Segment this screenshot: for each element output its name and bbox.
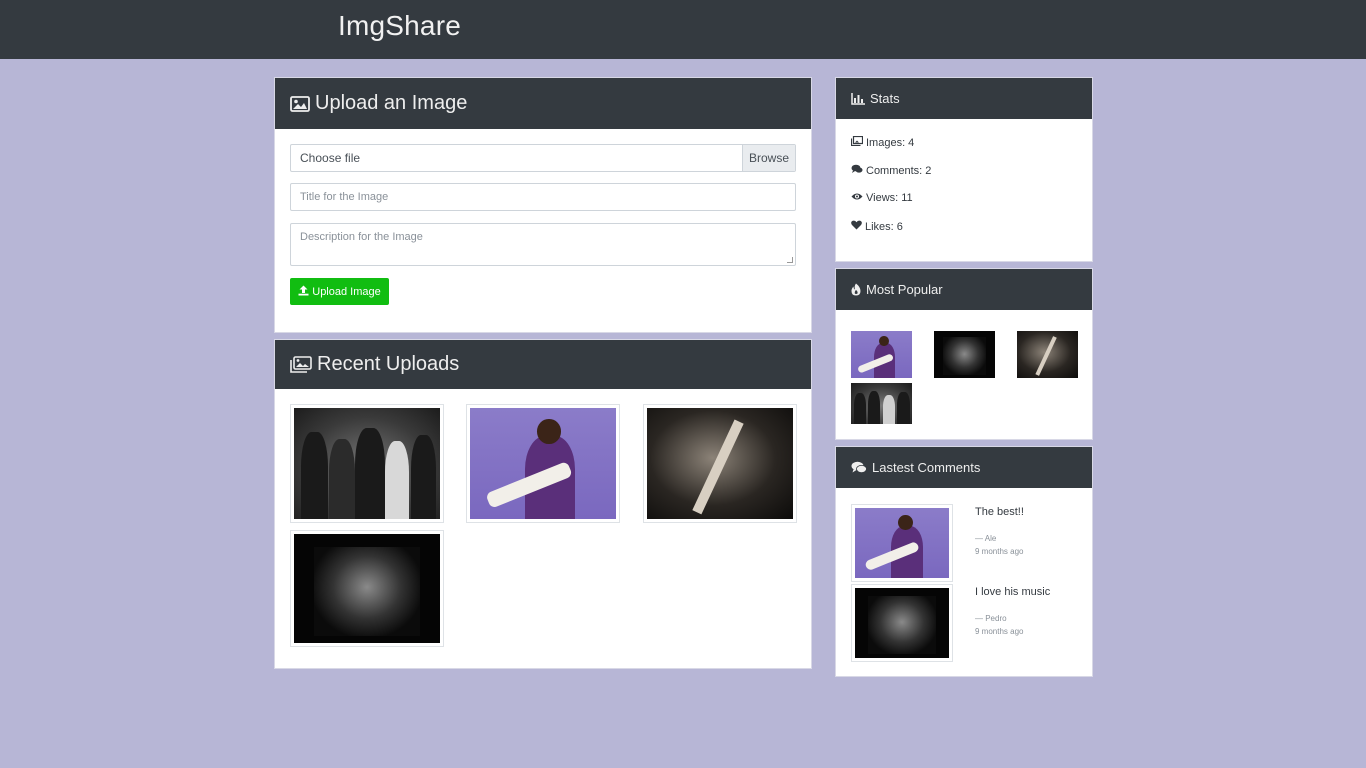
upload-icon bbox=[298, 285, 312, 299]
recent-image-thumb[interactable] bbox=[290, 404, 444, 523]
comment-author: — Pedro bbox=[975, 614, 1007, 623]
images-icon bbox=[290, 356, 312, 373]
comments-icon bbox=[851, 164, 866, 177]
comment-image-thumb[interactable] bbox=[851, 584, 953, 662]
eye-icon bbox=[851, 192, 866, 204]
stat-comments: Comments: 2 bbox=[851, 164, 931, 177]
guitarist-purple-photo-icon bbox=[470, 408, 616, 519]
stat-likes: Likes: 6 bbox=[851, 220, 903, 233]
recent-uploads-header: Recent Uploads bbox=[275, 340, 811, 389]
stats-title: Stats bbox=[870, 91, 900, 106]
upload-card-title: Upload an Image bbox=[315, 92, 468, 114]
stats-header: Stats bbox=[836, 78, 1092, 119]
latest-comments-title: Lastest Comments bbox=[872, 460, 981, 475]
most-popular-title: Most Popular bbox=[866, 282, 943, 297]
comment-time: 9 months ago bbox=[975, 627, 1024, 636]
file-input-label: Choose file bbox=[300, 151, 361, 165]
recent-uploads-card: Recent Uploads bbox=[274, 339, 812, 669]
popular-image-thumb[interactable] bbox=[851, 383, 912, 424]
band-photo-icon bbox=[294, 408, 440, 519]
upload-button-label: Upload Image bbox=[312, 285, 381, 298]
singer-guitar-photo-icon bbox=[647, 408, 793, 519]
upload-image-button[interactable]: Upload Image bbox=[290, 278, 389, 305]
recent-image-thumb[interactable] bbox=[290, 530, 444, 647]
accordion-player-photo-icon bbox=[294, 534, 440, 643]
heart-icon bbox=[851, 220, 865, 233]
accordion-player-photo-icon bbox=[934, 331, 995, 378]
most-popular-header: Most Popular bbox=[836, 269, 1092, 310]
fire-icon bbox=[851, 283, 861, 296]
popular-image-thumb[interactable] bbox=[934, 331, 995, 378]
latest-comments-card: Lastest Comments The best!! — Ale 9 mont… bbox=[835, 446, 1093, 677]
brand-title[interactable]: ImgShare bbox=[338, 10, 461, 42]
image-description-input[interactable]: Description for the Image bbox=[290, 223, 796, 266]
upload-card-header: Upload an Image bbox=[275, 78, 811, 129]
band-photo-icon bbox=[851, 383, 912, 424]
guitarist-purple-photo-icon bbox=[851, 331, 912, 378]
images-icon bbox=[850, 135, 866, 149]
image-icon bbox=[290, 95, 310, 112]
browse-button[interactable]: Browse bbox=[742, 145, 795, 171]
stat-images: Images: 4 bbox=[850, 135, 915, 149]
recent-image-thumb[interactable] bbox=[466, 404, 620, 523]
popular-image-thumb[interactable] bbox=[851, 331, 912, 378]
bar-chart-icon bbox=[851, 92, 865, 105]
stat-views: Views: 11 bbox=[851, 192, 913, 204]
guitarist-purple-photo-icon bbox=[855, 508, 949, 578]
stat-views-label: Views: 11 bbox=[866, 192, 913, 204]
comments-icon bbox=[851, 461, 867, 474]
recent-image-thumb[interactable] bbox=[643, 404, 797, 523]
stat-images-label: Images: 4 bbox=[866, 136, 915, 149]
comment-text: I love his music bbox=[975, 586, 1051, 598]
stat-comments-label: Comments: 2 bbox=[866, 164, 932, 177]
comment-time: 9 months ago bbox=[975, 547, 1024, 556]
recent-uploads-title: Recent Uploads bbox=[317, 353, 460, 375]
resize-handle-icon[interactable] bbox=[787, 257, 793, 263]
stats-card: Stats Images: 4 Comments: 2 Views: 11 Li… bbox=[835, 77, 1093, 262]
comment-text: The best!! bbox=[975, 506, 1024, 518]
singer-guitar-photo-icon bbox=[1017, 331, 1078, 378]
comment-author: — Ale bbox=[975, 534, 997, 543]
navbar: ImgShare bbox=[0, 0, 1366, 59]
image-title-input[interactable]: Title for the Image bbox=[290, 183, 796, 211]
upload-card: Upload an Image Choose file Browse Title… bbox=[274, 77, 812, 333]
stat-likes-label: Likes: 6 bbox=[865, 220, 903, 233]
latest-comments-header: Lastest Comments bbox=[836, 447, 1092, 488]
file-input[interactable]: Choose file Browse bbox=[290, 144, 796, 172]
popular-image-thumb[interactable] bbox=[1017, 331, 1078, 378]
most-popular-card: Most Popular bbox=[835, 268, 1093, 440]
accordion-player-photo-icon bbox=[855, 588, 949, 658]
description-placeholder: Description for the Image bbox=[300, 231, 423, 243]
comment-image-thumb[interactable] bbox=[851, 504, 953, 582]
